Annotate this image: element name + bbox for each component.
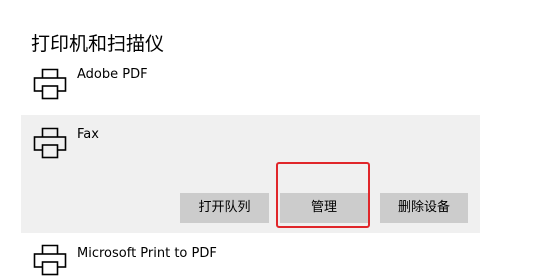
open-queue-button[interactable]: 打开队列 <box>180 193 269 223</box>
printer-item-fax[interactable]: Fax 打开队列 管理 删除设备 <box>21 115 480 233</box>
printer-icon <box>33 127 67 159</box>
printer-name: Adobe PDF <box>77 67 148 82</box>
section-title: 打印机和扫描仪 <box>31 33 165 55</box>
printer-item-microsoft-print-to-pdf[interactable]: Microsoft Print to PDF <box>21 238 480 278</box>
manage-button[interactable]: 管理 <box>280 193 368 223</box>
printer-name: Fax <box>77 127 99 142</box>
remove-device-button[interactable]: 删除设备 <box>380 193 468 223</box>
printer-icon <box>33 244 67 276</box>
printer-icon <box>33 68 67 100</box>
printer-item-adobe-pdf[interactable]: Adobe PDF <box>21 58 480 112</box>
